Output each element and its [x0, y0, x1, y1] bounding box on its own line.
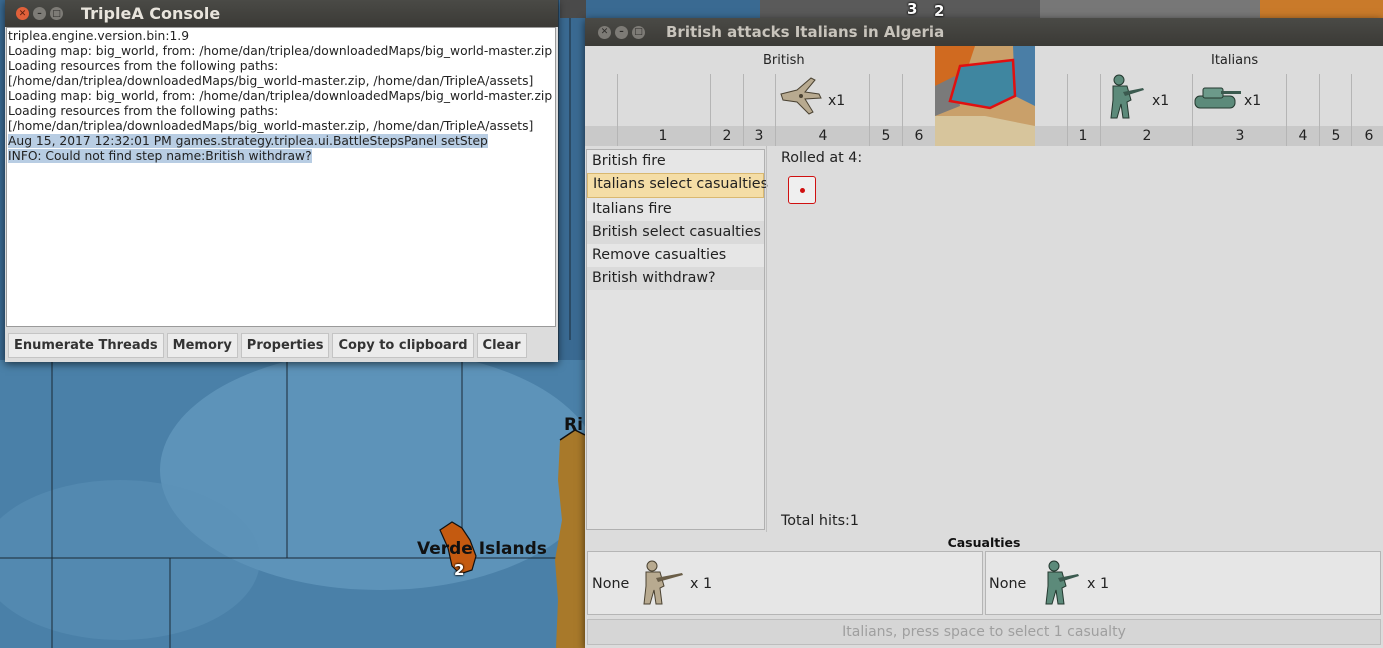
console-line-selected: Aug 15, 2017 12:32:01 PM games.strategy.…: [8, 134, 488, 148]
maximize-icon[interactable]: □: [50, 7, 63, 20]
console-line: Loading resources from the following pat…: [8, 104, 279, 118]
minimize-icon[interactable]: –: [615, 25, 628, 39]
attacker-name: British: [763, 53, 805, 68]
attacker-column-4: 4: [818, 128, 828, 144]
console-window[interactable]: ✕ – □ TripleA Console triplea.engine.ver…: [5, 0, 558, 362]
enumerate-threads-button[interactable]: Enumerate Threads: [8, 333, 164, 358]
map-coast-label: Ri: [564, 415, 583, 435]
battle-titlebar[interactable]: ✕ – □ British attacks Italians in Algeri…: [585, 18, 1383, 46]
memory-button[interactable]: Memory: [166, 333, 238, 358]
map-unit-count: 2: [454, 561, 465, 579]
console-line: [/home/dan/triplea/downloadedMaps/big_wo…: [8, 74, 534, 88]
defender-column-6: 6: [1364, 128, 1374, 144]
attacker-column-1: 1: [658, 128, 668, 144]
step-british-select-casualties[interactable]: British select casualties: [587, 221, 764, 244]
attacker-casualties-count: x 1: [690, 576, 713, 592]
minimize-icon[interactable]: –: [33, 7, 46, 20]
console-line: triplea.engine.version.bin:1.9: [8, 29, 190, 43]
console-line: Loading resources from the following pat…: [8, 59, 279, 73]
console-title: TripleA Console: [81, 4, 221, 23]
casualties-title: Casualties: [947, 535, 1021, 550]
properties-button[interactable]: Properties: [240, 333, 330, 358]
console-titlebar[interactable]: ✕ – □ TripleA Console: [5, 0, 558, 27]
attacker-casualties-label: None: [592, 576, 630, 592]
console-line: [/home/dan/triplea/downloadedMaps/big_wo…: [8, 119, 534, 133]
console-log[interactable]: triplea.engine.version.bin:1.9 Loading m…: [6, 27, 556, 327]
defender-column-3: 3: [1235, 128, 1245, 144]
defender-column-5: 5: [1331, 128, 1341, 144]
status-bar: Italians, press space to select 1 casual…: [587, 619, 1381, 645]
step-italians-select-casualties[interactable]: Italians select casualties: [587, 173, 768, 198]
attacker-column-2: 2: [722, 128, 732, 144]
attacker-column-6: 6: [914, 128, 924, 144]
attacker-column-3: 3: [754, 128, 764, 144]
algeria-territory-image: [935, 46, 1035, 146]
console-line-selected: INFO: Could not find step name:British w…: [8, 149, 312, 163]
map-territory-label: Verde Islands: [417, 539, 547, 559]
defender-casualties-count: x 1: [1087, 576, 1110, 592]
defender-column-2: 2: [1142, 128, 1152, 144]
step-british-fire[interactable]: British fire: [587, 150, 764, 173]
total-hits-label: Total hits:1: [781, 513, 859, 529]
infantry-icon: [636, 558, 686, 612]
close-icon[interactable]: ✕: [16, 7, 29, 20]
copy-to-clipboard-button[interactable]: Copy to clipboard: [332, 333, 474, 358]
defender-column-1: 1: [1078, 128, 1088, 144]
defender-casualties-label: None: [989, 576, 1027, 592]
defender-name: Italians: [1211, 53, 1259, 68]
attacker-casualties-panel: None x 1: [587, 551, 983, 615]
step-italians-fire[interactable]: Italians fire: [587, 198, 764, 221]
die-icon: [788, 176, 816, 204]
console-line: Loading map: big_world, from: /home/dan/…: [8, 89, 553, 103]
console-line: Loading map: big_world, from: /home/dan/…: [8, 44, 553, 58]
close-icon[interactable]: ✕: [598, 25, 611, 39]
clear-button[interactable]: Clear: [476, 333, 527, 358]
defender-casualties-panel: None x 1: [985, 551, 1381, 615]
rolled-at-label: Rolled at 4:: [781, 150, 863, 166]
maximize-icon[interactable]: □: [632, 25, 645, 39]
units-panel: British Italians 1 2 3 4 5 6 1 2 3 4 5 6: [585, 46, 1383, 146]
battle-window[interactable]: ✕ – □ British attacks Italians in Algeri…: [585, 18, 1383, 648]
bomber-count: x1: [828, 93, 846, 109]
step-remove-casualties[interactable]: Remove casualties: [587, 244, 764, 267]
infantry-count: x1: [1152, 93, 1170, 109]
infantry-icon: [1101, 72, 1147, 126]
battle-title: British attacks Italians in Algeria: [666, 23, 945, 41]
battle-steps-list[interactable]: British fire Italians select casualties …: [586, 149, 768, 530]
tank-count: x1: [1244, 93, 1262, 109]
tank-icon: [1191, 78, 1243, 118]
attacker-column-5: 5: [881, 128, 891, 144]
bomber-icon: [777, 72, 825, 124]
defender-column-4: 4: [1298, 128, 1308, 144]
console-button-bar: Enumerate Threads Memory Properties Copy…: [5, 329, 558, 362]
step-british-withdraw[interactable]: British withdraw?: [587, 267, 764, 290]
infantry-icon: [1036, 558, 1082, 612]
map-unit-count-top-1: 3: [907, 0, 918, 18]
